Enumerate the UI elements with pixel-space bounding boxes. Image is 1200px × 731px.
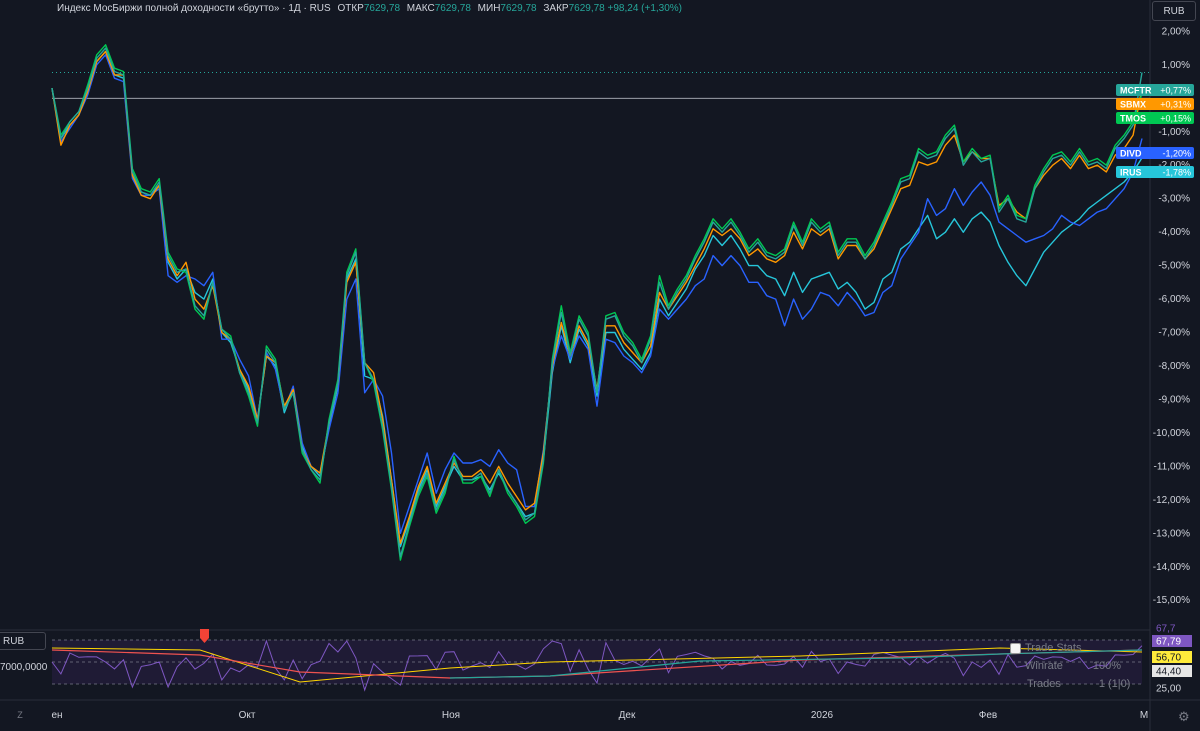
y-tick-label: -5,00%: [1158, 261, 1190, 272]
high-value: 7629,78: [434, 3, 471, 14]
y-tick-label: -6,00%: [1158, 294, 1190, 305]
currency-button[interactable]: RUB: [1152, 1, 1196, 21]
series-label-value-tmos: +0,15%: [1160, 114, 1191, 124]
osc-value-label: 67,7: [1156, 624, 1176, 635]
series-label-value-irus: -1,78%: [1162, 168, 1191, 178]
series-label-name-sbmx: SBMX: [1120, 100, 1146, 110]
low-label: МИН: [477, 3, 501, 14]
osc-value-label: 25,00: [1156, 684, 1181, 695]
x-tick-label: ен: [51, 710, 62, 721]
y-tick-label: -15,00%: [1153, 595, 1190, 606]
osc-value-label: 67,79: [1156, 637, 1181, 648]
y-tick-label: 1,00%: [1162, 60, 1190, 71]
x-tick-label: М: [1140, 710, 1148, 721]
trades-value: 1 (1|0): [1098, 678, 1131, 690]
x-tick-label: Ноя: [442, 710, 460, 721]
signal-marker: [200, 629, 209, 638]
high-label: МАКС: [406, 3, 435, 14]
close-label: ЗАКР: [543, 3, 569, 14]
y-tick-label: -9,00%: [1158, 394, 1190, 405]
chart-header: Индекс МосБиржи полной доходности «брутт…: [57, 3, 682, 14]
y-tick-label: -13,00%: [1153, 528, 1190, 539]
osc-value-label: 44,40: [1156, 667, 1181, 678]
series-label-name-tmos: TMOS: [1120, 114, 1146, 124]
low-value: 7629,78: [500, 3, 537, 14]
series-label-value-divd: -1,20%: [1162, 149, 1191, 159]
change-value: +98,24 (+1,30%): [607, 3, 683, 14]
price-chart[interactable]: 2,00%1,00%-1,00%-2,00%-3,00%-4,00%-5,00%…: [0, 0, 1200, 731]
x-tick-label: Дек: [619, 710, 636, 721]
oscillator-currency-button[interactable]: RUB: [0, 632, 46, 650]
close-value: 7629,78: [568, 3, 605, 14]
trades-label: Trades: [1027, 678, 1061, 690]
y-tick-label: -3,00%: [1158, 194, 1190, 205]
series-label-name-mcftr: MCFTR: [1120, 86, 1152, 96]
gear-icon[interactable]: ⚙: [1178, 709, 1190, 725]
winrate-value: 100%: [1092, 660, 1122, 672]
series-label-value-mcftr: +0,77%: [1160, 86, 1191, 96]
x-tick-label: Окт: [239, 710, 256, 721]
z-button[interactable]: Z: [13, 710, 27, 724]
y-tick-label: -11,00%: [1153, 461, 1190, 472]
x-tick-label: 2026: [811, 710, 834, 721]
y-tick-label: 2,00%: [1162, 26, 1190, 37]
y-tick-label: -12,00%: [1153, 495, 1190, 506]
series-label-value-sbmx: +0,31%: [1160, 100, 1191, 110]
trade-stats-panel: Trade Stats Winrate 100% Trades 1 (1|0): [1010, 639, 1130, 693]
y-tick-label: -14,00%: [1153, 562, 1190, 573]
winrate-label: Winrate: [1025, 660, 1063, 672]
osc-value-label: 56,70: [1156, 653, 1181, 664]
trade-stats-title: Trade Stats: [1025, 642, 1082, 654]
open-label: ОТКР: [337, 3, 364, 14]
series-label-name-divd: DIVD: [1120, 149, 1142, 159]
y-tick-label: -8,00%: [1158, 361, 1190, 372]
y-tick-label: -7,00%: [1158, 328, 1190, 339]
open-value: 7629,78: [363, 3, 401, 14]
x-tick-label: Фев: [979, 710, 997, 721]
series-label-name-irus: IRUS: [1120, 168, 1142, 178]
y-tick-label: -10,00%: [1153, 428, 1190, 439]
oscillator-scale-value: 7000,0000: [0, 662, 48, 673]
trade-stats-checkbox[interactable]: [1010, 642, 1021, 654]
symbol-title: Индекс МосБиржи полной доходности «брутт…: [57, 3, 331, 14]
y-tick-label: -4,00%: [1158, 227, 1190, 238]
y-tick-label: -1,00%: [1158, 127, 1190, 138]
